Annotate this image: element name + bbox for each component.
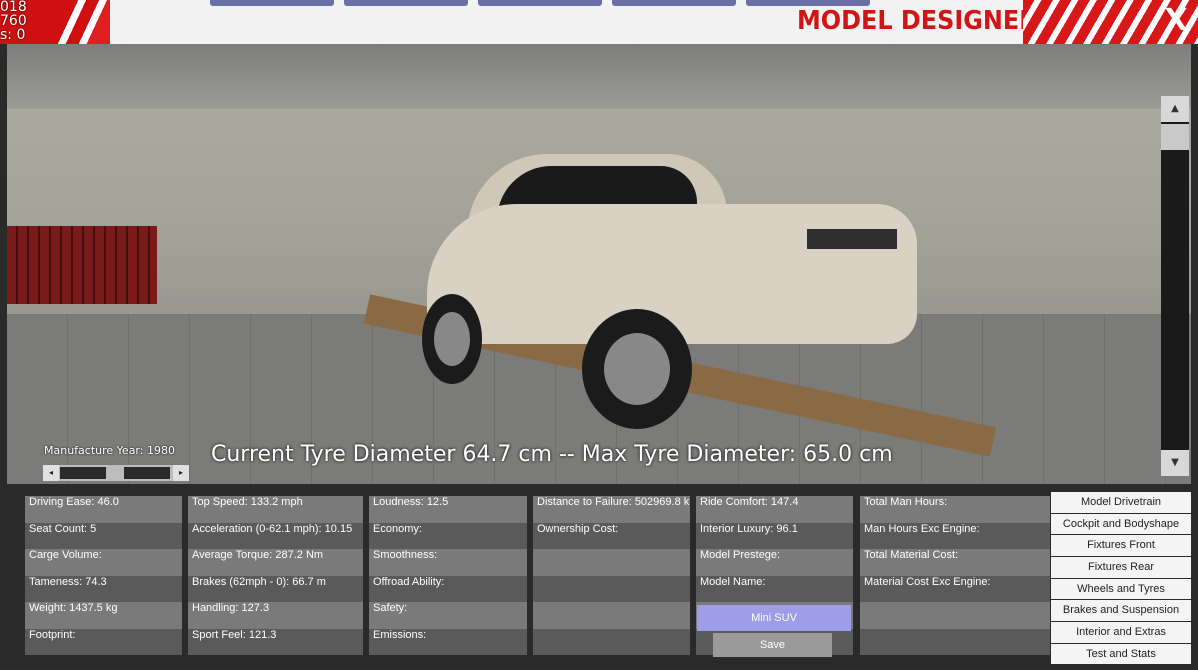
save-button[interactable]: Save (713, 633, 832, 657)
design-section-menu: Model Drivetrain Cockpit and Bodyshape F… (1051, 492, 1191, 666)
stat-cell (860, 602, 1050, 629)
top-tab[interactable] (612, 0, 736, 6)
scroll-up-button[interactable]: ▲ (1161, 96, 1189, 122)
rear-wheel (422, 294, 482, 384)
debug-line: s: 0 (0, 27, 26, 43)
stat-cell: Seat Count: 5 (25, 522, 182, 549)
stat-cell: Ride Comfort: 147.4 (696, 496, 853, 523)
car-3d-viewport[interactable]: ▲ ▼ (7, 44, 1191, 484)
menu-item-interior-extras[interactable]: Interior and Extras (1051, 622, 1191, 643)
title-bar: MODEL DESIGNER X 018 760 s: 0 (0, 0, 1198, 44)
menu-item-brakes-suspension[interactable]: Brakes and Suspension (1051, 600, 1191, 621)
stat-cell: Offroad Ability: (369, 575, 527, 602)
stat-cell: Smoothness: (369, 549, 527, 576)
stat-cell: Distance to Failure: 502969.8 km (533, 496, 690, 523)
debug-overlay: 018 760 s: 0 (0, 0, 27, 42)
year-slider-track (60, 467, 106, 479)
stat-cell: Brakes (62mph - 0): 66.7 m (188, 575, 363, 602)
stat-cell: Model Name: (696, 575, 853, 602)
stat-cell (533, 549, 690, 576)
stat-cell: Safety: (369, 602, 527, 629)
top-tab[interactable] (344, 0, 468, 6)
menu-item-model-drivetrain[interactable]: Model Drivetrain (1051, 492, 1191, 513)
top-tab[interactable] (478, 0, 602, 6)
top-tab[interactable] (210, 0, 334, 6)
stat-cell: Driving Ease: 46.0 (25, 496, 182, 523)
scroll-down-button[interactable]: ▼ (1161, 450, 1189, 476)
stat-cell (860, 628, 1050, 655)
stats-column-3: Loudness: 12.5 Economy: Smoothness: Offr… (369, 496, 527, 655)
car-model[interactable] (407, 144, 947, 444)
bookshelf (7, 226, 157, 304)
stats-column-1: Driving Ease: 46.0 Seat Count: 5 Carge V… (25, 496, 182, 655)
stat-cell (533, 628, 690, 655)
model-name-input[interactable]: Mini SUV (697, 605, 851, 631)
viewport-scrollbar[interactable]: ▲ ▼ (1161, 96, 1189, 476)
stat-cell: Total Man Hours: (860, 496, 1050, 523)
stat-cell (533, 602, 690, 629)
scroll-thumb[interactable] (1161, 124, 1189, 150)
stat-cell: Carge Volume: (25, 549, 182, 576)
stat-cell: Footprint: (25, 628, 182, 655)
stat-cell: Emissions: (369, 628, 527, 655)
stats-column-2: Top Speed: 133.2 mph Acceleration (0-62.… (188, 496, 363, 655)
stats-column-5: Ride Comfort: 147.4 Interior Luxury: 96.… (696, 496, 853, 655)
stat-cell: Economy: (369, 522, 527, 549)
stat-cell: Acceleration (0-62.1 mph): 10.15 (188, 522, 363, 549)
stat-cell: Handling: 127.3 (188, 602, 363, 629)
menu-item-cockpit-bodyshape[interactable]: Cockpit and Bodyshape (1051, 513, 1191, 535)
stat-cell: Total Material Cost: (860, 549, 1050, 576)
manufacture-year-label: Manufacture Year: 1980 (44, 444, 175, 457)
stat-cell: Material Cost Exc Engine: (860, 575, 1050, 602)
debug-line: 760 (0, 13, 27, 29)
car-grille (807, 229, 897, 249)
stat-cell: Weight: 1437.5 kg (25, 602, 182, 629)
top-tab-strip[interactable] (210, 0, 870, 6)
stat-cell: Top Speed: 133.2 mph (188, 496, 363, 523)
stats-column-6: Total Man Hours: Man Hours Exc Engine: T… (860, 496, 1050, 655)
menu-item-fixtures-front[interactable]: Fixtures Front (1051, 535, 1191, 556)
window-title: MODEL DESIGNER (797, 6, 1038, 36)
stats-column-4: Distance to Failure: 502969.8 km Ownersh… (533, 496, 690, 655)
year-left-arrow[interactable]: ◂ (43, 465, 59, 481)
menu-item-fixtures-rear[interactable]: Fixtures Rear (1051, 557, 1191, 578)
stat-cell: Loudness: 12.5 (369, 496, 527, 523)
stat-cell: Interior Luxury: 96.1 (696, 522, 853, 549)
close-button[interactable]: X (1162, 4, 1190, 38)
stat-cell: Tameness: 74.3 (25, 575, 182, 602)
stat-cell: Model Prestege: (696, 549, 853, 576)
menu-item-wheels-tyres[interactable]: Wheels and Tyres (1051, 578, 1191, 600)
stat-cell: Sport Feel: 121.3 (188, 628, 363, 655)
year-right-arrow[interactable]: ▸ (173, 465, 189, 481)
stat-cell: Ownership Cost: (533, 522, 690, 549)
debug-line: 018 (0, 0, 27, 15)
menu-item-test-stats[interactable]: Test and Stats (1051, 643, 1191, 665)
stat-cell: Man Hours Exc Engine: (860, 522, 1050, 549)
stat-cell: Average Torque: 287.2 Nm (188, 549, 363, 576)
year-slider-track (124, 467, 170, 479)
tyre-diameter-readout: Current Tyre Diameter 64.7 cm -- Max Tyr… (211, 442, 893, 467)
stat-cell (533, 575, 690, 602)
stats-panel: Driving Ease: 46.0 Seat Count: 5 Carge V… (25, 496, 1050, 670)
front-wheel (582, 309, 692, 429)
manufacture-year-slider[interactable]: ◂ ▸ (43, 465, 189, 481)
